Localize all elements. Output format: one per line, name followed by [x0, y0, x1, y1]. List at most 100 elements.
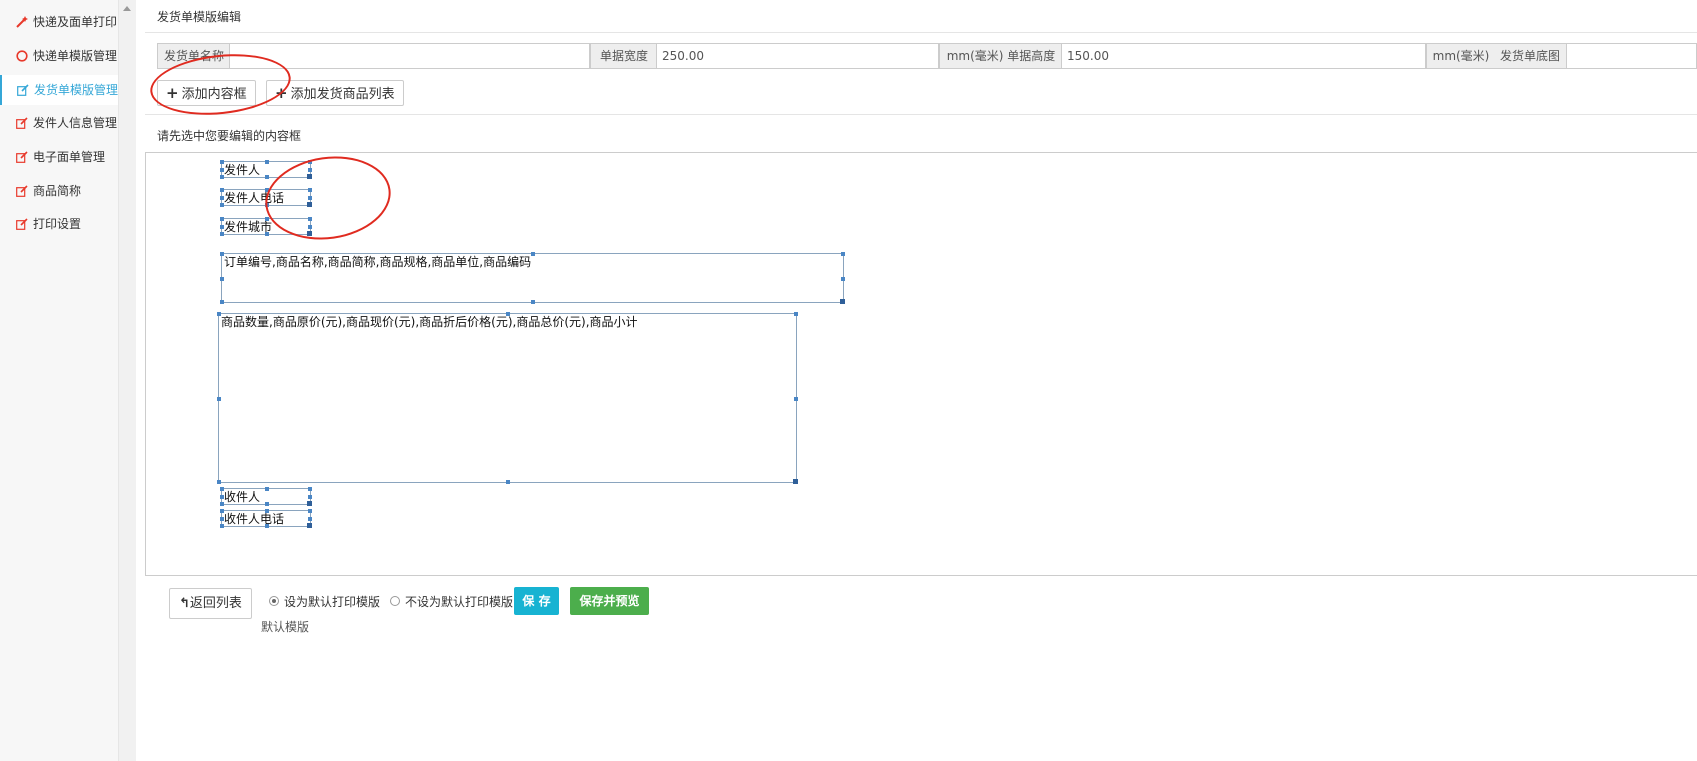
content-box-receiver-phone[interactable]: 收件人电话 — [220, 509, 312, 528]
resize-handle[interactable] — [220, 160, 224, 164]
edit-icon — [16, 117, 28, 129]
resize-handle[interactable] — [220, 300, 224, 304]
sidebar-item-sender-info[interactable]: 发件人信息管理 — [0, 108, 118, 138]
resize-handle[interactable] — [220, 495, 224, 499]
sidebar-item-label: 打印设置 — [33, 217, 82, 231]
divider — [145, 114, 1697, 115]
resize-handle[interactable] — [220, 168, 224, 172]
resize-handle[interactable] — [220, 196, 224, 200]
circle-icon — [16, 50, 28, 62]
resize-handle[interactable] — [220, 252, 224, 256]
resize-handle[interactable] — [308, 487, 312, 491]
scroll-up-arrow-icon[interactable] — [123, 6, 131, 11]
resize-handle[interactable] — [220, 517, 224, 521]
sidebar-item-label: 快递单模版管理 — [33, 49, 118, 63]
height-input[interactable]: 150.00 — [1061, 43, 1426, 69]
magic-wand-icon — [16, 16, 28, 28]
resize-handle[interactable] — [531, 300, 535, 304]
width-input[interactable]: 250.00 — [656, 43, 939, 69]
sidebar-scrollbar[interactable] — [118, 0, 136, 761]
save-button[interactable]: 保 存 — [514, 587, 559, 615]
resize-handle[interactable] — [265, 509, 269, 513]
resize-handle[interactable] — [220, 175, 224, 179]
sidebar-item-shipping-template[interactable]: 发货单模版管理 — [0, 75, 120, 105]
resize-handle[interactable] — [265, 487, 269, 491]
resize-handle[interactable] — [841, 277, 845, 281]
content-box-text: 发件人 — [224, 163, 261, 177]
resize-handle[interactable] — [220, 487, 224, 491]
resize-handle[interactable] — [220, 509, 224, 513]
resize-handle[interactable] — [840, 299, 845, 304]
default-template-note: 默认模版 — [261, 620, 310, 634]
edit-icon — [17, 84, 29, 96]
resize-handle[interactable] — [308, 517, 312, 521]
main-content: 发货单模版编辑 发货单名称 单据宽度 250.00 mm(毫米) 单据高度 15… — [145, 0, 1697, 761]
width-label: 单据宽度 — [590, 43, 658, 69]
resize-handle[interactable] — [220, 524, 224, 528]
resize-handle[interactable] — [307, 501, 312, 506]
back-to-list-label: 返回列表 — [189, 596, 242, 611]
resize-handle[interactable] — [308, 509, 312, 513]
sidebar-item-label: 发件人信息管理 — [33, 116, 118, 130]
content-box-order-fields[interactable]: 订单编号,商品名称,商品简称,商品规格,商品单位,商品编码 — [220, 252, 845, 304]
sidebar-item-express-template[interactable]: 快递单模版管理 — [0, 41, 118, 71]
sidebar-item-e-waybill[interactable]: 电子面单管理 — [0, 142, 118, 172]
resize-handle[interactable] — [217, 312, 221, 316]
height-unit-label: mm(毫米) — [1426, 43, 1496, 69]
resize-handle[interactable] — [506, 480, 510, 484]
sidebar-item-label: 发货单模版管理 — [34, 83, 119, 97]
resize-handle[interactable] — [220, 277, 224, 281]
resize-handle[interactable] — [506, 312, 510, 316]
resize-handle[interactable] — [265, 502, 269, 506]
resize-handle[interactable] — [220, 502, 224, 506]
page-title: 发货单模版编辑 — [157, 10, 242, 24]
resize-handle[interactable] — [217, 397, 221, 401]
content-box-receiver[interactable]: 收件人 — [220, 487, 312, 506]
sidebar-item-product-alias[interactable]: 商品简称 — [0, 176, 118, 206]
resize-handle[interactable] — [265, 160, 269, 164]
resize-handle[interactable] — [220, 217, 224, 221]
height-label: mm(毫米) 单据高度 — [939, 43, 1063, 69]
resize-handle[interactable] — [793, 479, 798, 484]
not-default-template-label: 不设为默认打印模版 — [405, 595, 514, 609]
background-label: 发货单底图 — [1494, 43, 1567, 69]
sidebar: 快递及面单打印 快递单模版管理 发货单模版管理 发件人信息管理 电子面单管理 商… — [0, 0, 120, 761]
resize-handle[interactable] — [307, 523, 312, 528]
resize-handle[interactable] — [265, 217, 269, 221]
resize-handle[interactable] — [220, 203, 224, 207]
resize-handle[interactable] — [265, 524, 269, 528]
edit-hint: 请先选中您要编辑的内容框 — [157, 129, 302, 143]
divider — [145, 32, 1697, 33]
resize-handle[interactable] — [308, 495, 312, 499]
sidebar-item-label: 商品简称 — [33, 184, 82, 198]
edit-icon — [16, 218, 28, 230]
background-input[interactable] — [1566, 43, 1697, 69]
content-box-goods-list[interactable]: 商品数量,商品原价(元),商品现价(元),商品折后价格(元),商品总价(元),商… — [217, 312, 798, 484]
sidebar-item-label: 电子面单管理 — [33, 150, 106, 164]
resize-handle[interactable] — [794, 397, 798, 401]
content-box-text: 收件人 — [224, 490, 261, 504]
resize-handle[interactable] — [531, 252, 535, 256]
edit-icon — [16, 185, 28, 197]
resize-handle[interactable] — [265, 232, 269, 236]
not-default-template-radio[interactable] — [390, 596, 400, 606]
resize-handle[interactable] — [265, 175, 269, 179]
resize-handle[interactable] — [220, 188, 224, 192]
back-to-list-button[interactable]: ↰返回列表 — [169, 588, 252, 619]
resize-handle[interactable] — [220, 225, 224, 229]
resize-handle[interactable] — [794, 312, 798, 316]
content-box-text: 订单编号,商品名称,商品简称,商品规格,商品单位,商品编码 — [224, 255, 532, 269]
add-goods-list-label: 添加发货商品列表 — [290, 87, 395, 102]
resize-handle[interactable] — [220, 232, 224, 236]
default-template-radio[interactable] — [269, 596, 279, 606]
content-box-text: 商品数量,商品原价(元),商品现价(元),商品折后价格(元),商品总价(元),商… — [221, 315, 638, 329]
content-box-text: 收件人电话 — [224, 512, 285, 526]
resize-handle[interactable] — [841, 252, 845, 256]
resize-handle[interactable] — [217, 480, 221, 484]
sidebar-item-express-print[interactable]: 快递及面单打印 — [0, 7, 118, 37]
sidebar-item-label: 快递及面单打印 — [33, 15, 118, 29]
save-and-preview-button[interactable]: 保存并预览 — [570, 587, 649, 615]
reply-arrow-icon: ↰ — [179, 596, 190, 611]
sidebar-item-print-settings[interactable]: 打印设置 — [0, 209, 118, 239]
default-template-label: 设为默认打印模版 — [284, 595, 381, 609]
